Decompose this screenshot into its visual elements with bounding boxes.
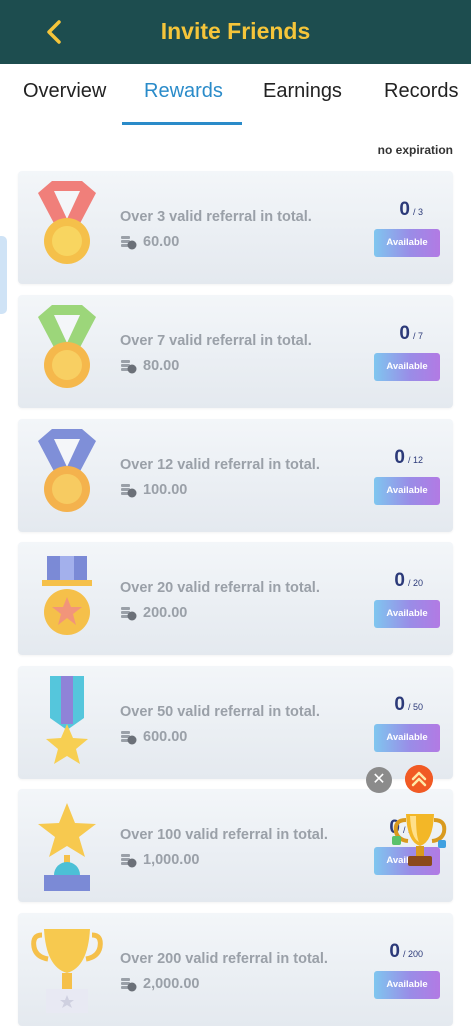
reward-amount: 200.00 <box>143 605 188 621</box>
reward-amount: 600.00 <box>143 729 188 745</box>
expiry-note: no expiration <box>377 143 453 157</box>
reward-condition: Over 12 valid referral in total. <box>120 457 320 473</box>
available-button[interactable]: Available <box>374 724 440 752</box>
page-title: Invite Friends <box>160 18 311 44</box>
star-trophy-icon <box>38 803 96 891</box>
tab-earnings[interactable]: Earnings <box>263 80 342 103</box>
reward-card: Over 200 valid referral in total. 2,000.… <box>18 913 453 1026</box>
reward-amount: 2,000.00 <box>143 976 200 992</box>
tab-overview[interactable]: Overview <box>23 80 106 103</box>
progress-current: 0 <box>394 694 405 715</box>
tab-records[interactable]: Records <box>384 80 458 103</box>
side-drawer-handle[interactable] <box>0 236 7 314</box>
coins-icon <box>121 236 137 250</box>
available-button[interactable]: Available <box>374 229 440 257</box>
available-button[interactable]: Available <box>374 971 440 999</box>
available-button[interactable]: Available <box>374 600 440 628</box>
blue-ribbon-medal-icon <box>38 429 96 512</box>
progress-total: / 200 <box>402 949 423 959</box>
available-button[interactable]: Available <box>374 353 440 381</box>
tab-rewards[interactable]: Rewards <box>144 80 223 103</box>
coins-icon <box>121 854 137 868</box>
trophy-promo-icon[interactable] <box>386 806 452 872</box>
reward-card: Over 50 valid referral in total. 600.00 … <box>18 666 453 779</box>
progress-current: 0 <box>389 941 400 962</box>
referral-progress: 0/ 200 <box>389 941 423 963</box>
referral-progress: 0/ 7 <box>399 323 423 345</box>
reward-amount-row: 100.00 <box>120 482 187 498</box>
progress-total: / 50 <box>407 702 423 712</box>
star-ribbon-icon <box>46 676 88 764</box>
star-medal-icon <box>42 556 92 635</box>
close-icon[interactable]: ✕ <box>366 767 392 793</box>
coins-icon <box>121 607 137 621</box>
tab-bar: Overview Rewards Earnings Records <box>0 64 471 126</box>
reward-amount-row: 600.00 <box>120 729 187 745</box>
active-tab-indicator <box>122 122 242 125</box>
reward-condition: Over 100 valid referral in total. <box>120 827 328 843</box>
reward-card: Over 3 valid referral in total. 60.00 0/… <box>18 171 453 284</box>
referral-progress: 0/ 20 <box>394 570 423 592</box>
cup-trophy-icon <box>31 929 103 1013</box>
available-button[interactable]: Available <box>374 477 440 505</box>
reward-amount-row: 60.00 <box>120 234 179 250</box>
referral-progress: 0/ 3 <box>399 199 423 221</box>
progress-total: / 7 <box>412 331 423 341</box>
referral-progress: 0/ 12 <box>394 447 423 469</box>
reward-amount-row: 2,000.00 <box>120 976 199 992</box>
red-ribbon-medal-icon <box>38 181 96 264</box>
coins-icon <box>121 360 137 374</box>
reward-amount-row: 200.00 <box>120 605 187 621</box>
coins-icon <box>121 484 137 498</box>
reward-condition: Over 20 valid referral in total. <box>120 580 320 596</box>
reward-card: Over 12 valid referral in total. 100.00 … <box>18 419 453 532</box>
app-header: Invite Friends <box>0 0 471 64</box>
reward-amount: 80.00 <box>143 358 180 374</box>
reward-amount-row: 80.00 <box>120 358 179 374</box>
reward-condition: Over 200 valid referral in total. <box>120 951 328 967</box>
reward-amount: 1,000.00 <box>143 852 200 868</box>
double-chevron-up-icon[interactable] <box>405 765 433 793</box>
referral-progress: 0/ 50 <box>394 694 423 716</box>
coins-icon <box>121 978 137 992</box>
reward-amount-row: 1,000.00 <box>120 852 199 868</box>
reward-amount: 60.00 <box>143 234 180 250</box>
progress-total: / 20 <box>407 578 423 588</box>
progress-current: 0 <box>394 447 405 468</box>
reward-condition: Over 50 valid referral in total. <box>120 704 320 720</box>
progress-current: 0 <box>399 199 410 220</box>
reward-condition: Over 3 valid referral in total. <box>120 209 312 225</box>
progress-total: / 12 <box>407 455 423 465</box>
reward-condition: Over 7 valid referral in total. <box>120 333 312 349</box>
coins-icon <box>121 731 137 745</box>
progress-total: / 3 <box>412 207 423 217</box>
progress-current: 0 <box>399 323 410 344</box>
progress-current: 0 <box>394 570 405 591</box>
reward-card: Over 7 valid referral in total. 80.00 0/… <box>18 295 453 408</box>
reward-card: Over 20 valid referral in total. 200.00 … <box>18 542 453 655</box>
green-ribbon-medal-icon <box>38 305 96 388</box>
reward-amount: 100.00 <box>143 482 188 498</box>
